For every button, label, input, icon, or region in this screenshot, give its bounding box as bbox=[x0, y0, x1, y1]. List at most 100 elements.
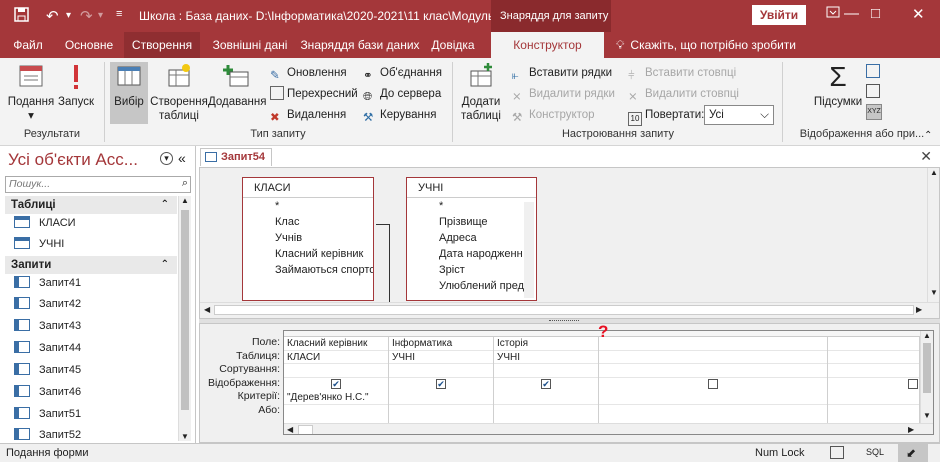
append-button[interactable]: Додавання bbox=[208, 62, 266, 109]
field-item[interactable]: Дата народженн bbox=[407, 246, 536, 262]
nav-pane-title[interactable]: Усі об'єкти Acc... bbox=[8, 150, 138, 170]
show-checkbox[interactable]: ✔ bbox=[331, 379, 341, 389]
tab-external-data[interactable]: Зовнішні дані bbox=[203, 32, 297, 58]
delete-columns-button[interactable]: ⨯ Видалити стовпці bbox=[628, 85, 739, 103]
table-pane-vscroll[interactable]: ▲ ▼ bbox=[927, 168, 939, 302]
grid-vscroll[interactable]: ▲ ▼ bbox=[920, 331, 933, 423]
grid-cell-criteria[interactable] bbox=[389, 391, 493, 405]
tab-design[interactable]: Конструктор bbox=[491, 32, 604, 58]
grid-cell-criteria[interactable] bbox=[599, 391, 827, 405]
grid-cell-field[interactable]: Класний керівник bbox=[284, 337, 388, 351]
nav-item-query[interactable]: Запит51 bbox=[14, 405, 81, 423]
scroll-left-icon[interactable]: ◀ bbox=[204, 305, 210, 314]
parameters-icon[interactable] bbox=[866, 64, 880, 78]
grid-cell-table[interactable] bbox=[828, 351, 919, 364]
signin-button[interactable]: Увійти bbox=[752, 5, 806, 25]
insert-rows-button[interactable]: ⫦ Вставити рядки bbox=[512, 64, 612, 82]
field-item[interactable]: Клас bbox=[243, 214, 373, 230]
ribbon-options-icon[interactable] bbox=[826, 5, 840, 23]
grid-cell-sort[interactable] bbox=[494, 364, 598, 378]
pass-through-button[interactable]: 🌐︎ До сервера bbox=[363, 85, 441, 103]
scroll-down-icon[interactable]: ▼ bbox=[181, 432, 189, 441]
grid-cell-sort[interactable] bbox=[828, 364, 919, 378]
scroll-right-icon[interactable]: ▶ bbox=[908, 425, 914, 434]
tab-create[interactable]: Створення bbox=[124, 32, 200, 58]
datasheet-view-icon[interactable] bbox=[830, 446, 844, 459]
show-checkbox[interactable] bbox=[708, 379, 718, 389]
scroll-up-icon[interactable]: ▲ bbox=[181, 196, 189, 205]
field-item[interactable]: * bbox=[407, 198, 536, 214]
scroll-right-icon[interactable]: ▶ bbox=[916, 305, 922, 314]
table-pane-hscroll[interactable]: ◀ ▶ bbox=[200, 302, 939, 318]
field-item[interactable]: Учнів bbox=[243, 230, 373, 246]
totals-button[interactable]: Σ Підсумки bbox=[810, 62, 866, 109]
customize-icon[interactable]: ≡ bbox=[116, 8, 122, 20]
scroll-up-icon[interactable]: ▲ bbox=[930, 168, 938, 177]
update-button[interactable]: ✎ Оновлення bbox=[270, 64, 347, 82]
union-button[interactable]: ⚭ Об'єднання bbox=[363, 64, 442, 82]
field-item[interactable]: Улюблений пред bbox=[407, 278, 536, 294]
field-list-klasy[interactable]: КЛАСИ * Клас Учнів Класний керівник Займ… bbox=[242, 177, 374, 301]
nav-item-query[interactable]: Запит42 bbox=[14, 295, 81, 313]
show-checkbox[interactable]: ✔ bbox=[541, 379, 551, 389]
show-checkbox[interactable] bbox=[908, 379, 918, 389]
grid-column[interactable]: Інформатика УЧНІ ✔ bbox=[389, 331, 494, 434]
grid-cell-field[interactable] bbox=[828, 337, 919, 351]
view-button[interactable]: Подання ▾ bbox=[6, 62, 56, 123]
nav-scroll-thumb[interactable] bbox=[181, 210, 189, 410]
grid-column[interactable]: Історія УЧНІ ✔ bbox=[494, 331, 599, 434]
nav-item-query[interactable]: Запит46 bbox=[14, 383, 81, 401]
save-icon[interactable] bbox=[14, 7, 29, 26]
nav-item-query[interactable]: Запит52 bbox=[14, 426, 81, 444]
field-list-scrollbar[interactable] bbox=[524, 202, 534, 298]
grid-column[interactable] bbox=[828, 331, 920, 434]
tab-home[interactable]: Основне bbox=[58, 32, 120, 58]
grid-cell-field[interactable] bbox=[599, 337, 827, 351]
grid-vscroll-thumb[interactable] bbox=[923, 343, 931, 393]
scroll-up-icon[interactable]: ▲ bbox=[923, 331, 931, 340]
field-item[interactable]: Займаються спорто bbox=[243, 262, 373, 278]
crosstab-button[interactable]: Перехресний bbox=[270, 85, 358, 103]
run-button[interactable]: Запуск bbox=[56, 62, 96, 109]
insert-columns-button[interactable]: ⫩ Вставити стовпці bbox=[628, 64, 736, 82]
field-item[interactable]: Адреса bbox=[407, 230, 536, 246]
grid-cell-sort[interactable] bbox=[389, 364, 493, 378]
grid-column[interactable] bbox=[599, 331, 828, 434]
grid-cell-criteria[interactable] bbox=[494, 391, 598, 405]
grid-column[interactable]: Класний керівник КЛАСИ ✔ "Дерев'янко Н.С… bbox=[284, 331, 389, 434]
field-item[interactable]: Прізвище bbox=[407, 214, 536, 230]
nav-menu-icon[interactable]: ▾ bbox=[160, 152, 173, 165]
minimize-icon[interactable]: — bbox=[844, 5, 859, 22]
scroll-left-icon[interactable]: ◀ bbox=[287, 425, 293, 434]
shutter-bar-icon[interactable]: « bbox=[178, 150, 186, 166]
grid-cell-table[interactable] bbox=[599, 351, 827, 364]
sql-view-button[interactable]: SQL bbox=[866, 447, 884, 457]
scroll-down-icon[interactable]: ▼ bbox=[923, 411, 931, 420]
nav-section-queries[interactable]: Запити ⌃ bbox=[5, 256, 177, 274]
property-sheet-icon[interactable] bbox=[866, 84, 880, 98]
tab-file[interactable]: Файл bbox=[8, 32, 48, 58]
nav-item-table[interactable]: КЛАСИ bbox=[14, 214, 76, 232]
make-table-button[interactable]: Створення таблиці bbox=[150, 62, 208, 123]
grid-cell-table[interactable]: УЧНІ bbox=[389, 351, 493, 364]
close-icon[interactable]: ✕ bbox=[912, 5, 925, 23]
show-checkbox[interactable]: ✔ bbox=[436, 379, 446, 389]
data-definition-button[interactable]: ⚒ Керування bbox=[363, 106, 436, 124]
nav-item-query[interactable]: Запит41 bbox=[14, 274, 81, 292]
scroll-down-icon[interactable]: ▼ bbox=[930, 288, 938, 297]
grid-hscroll[interactable]: ◀ ▶ bbox=[284, 423, 933, 434]
field-item[interactable]: Зріст bbox=[407, 262, 536, 278]
tell-me-box[interactable]: 💡︎ Скажіть, що потрібно зробити bbox=[616, 32, 796, 58]
field-item[interactable]: Класний керівник bbox=[243, 246, 373, 262]
nav-scrollbar[interactable]: ▲ ▼ bbox=[178, 196, 191, 441]
grid-cell-table[interactable]: КЛАСИ bbox=[284, 351, 388, 364]
delete-rows-button[interactable]: ⨯ Видалити рядки bbox=[512, 85, 615, 103]
undo-icon[interactable]: ↶ bbox=[46, 7, 59, 25]
nav-item-query[interactable]: Запит45 bbox=[14, 361, 81, 379]
grid-cell-field[interactable]: Інформатика bbox=[389, 337, 493, 351]
design-view-button[interactable]: ⬋ bbox=[898, 444, 928, 462]
collapse-ribbon-icon[interactable]: ⌃ bbox=[924, 130, 932, 141]
delete-query-button[interactable]: ✖ Видалення bbox=[270, 106, 346, 124]
tab-database-tools[interactable]: Знаряддя бази даних bbox=[300, 32, 420, 58]
doc-tab-query[interactable]: Запит54 bbox=[200, 148, 272, 166]
